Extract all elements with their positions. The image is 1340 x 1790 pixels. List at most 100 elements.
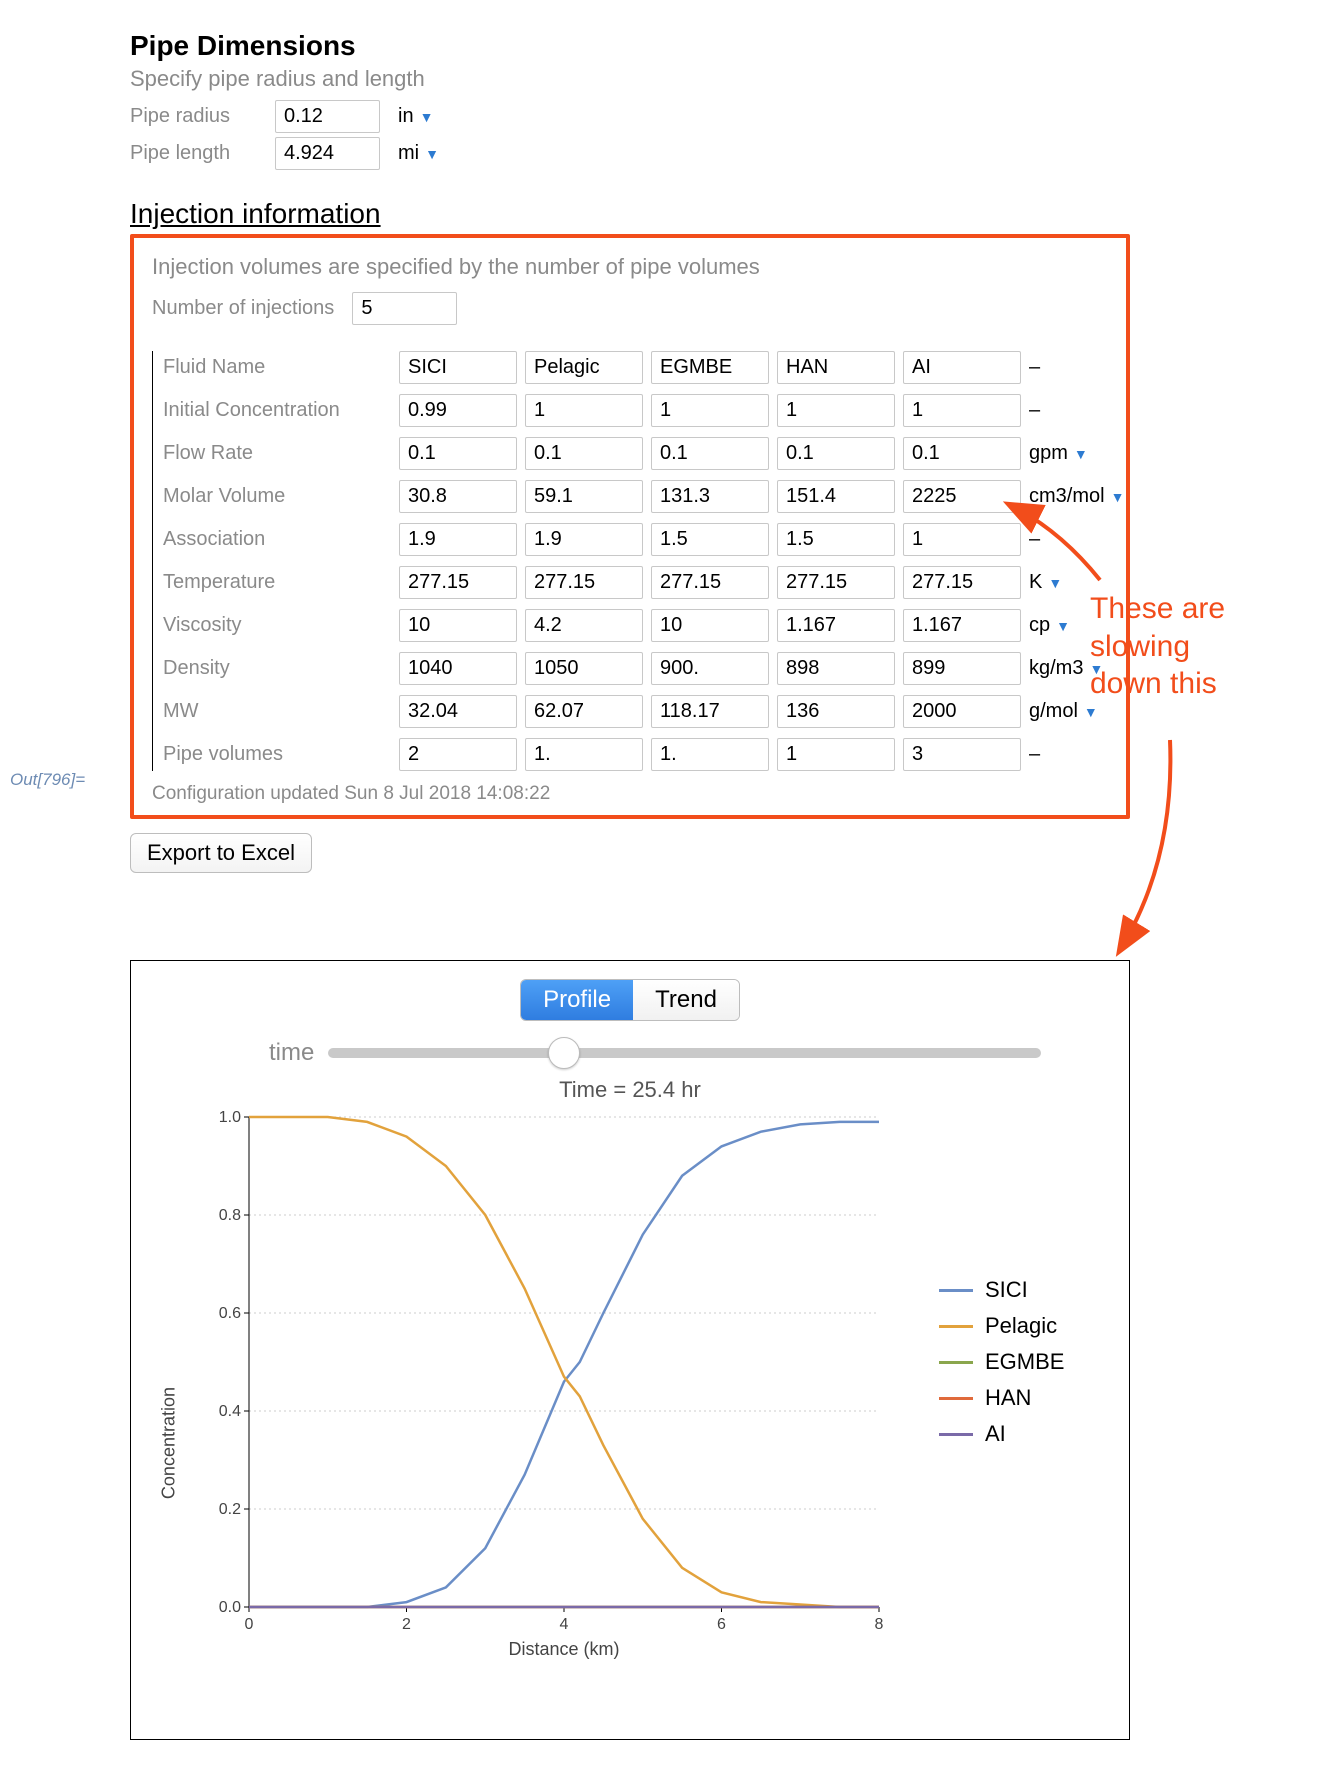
table-cell-input[interactable] bbox=[651, 738, 769, 771]
tab-trend[interactable]: Trend bbox=[633, 980, 739, 1020]
unit-static: – bbox=[1029, 356, 1159, 379]
table-cell-input[interactable] bbox=[399, 738, 517, 771]
table-cell-input[interactable] bbox=[903, 351, 1021, 384]
table-cell-input[interactable] bbox=[399, 351, 517, 384]
table-cell-input[interactable] bbox=[777, 566, 895, 599]
table-cell-input[interactable] bbox=[903, 695, 1021, 728]
injection-table: Fluid Name – Initial Concentration – Flow Ra… bbox=[152, 351, 1108, 771]
table-cell-input[interactable] bbox=[525, 480, 643, 513]
table-cell-input[interactable] bbox=[777, 738, 895, 771]
table-cell-input[interactable] bbox=[903, 437, 1021, 470]
tab-profile[interactable]: Profile bbox=[521, 980, 633, 1020]
pipe-radius-input[interactable] bbox=[275, 100, 380, 133]
table-cell-input[interactable] bbox=[777, 652, 895, 685]
table-cell-input[interactable] bbox=[399, 609, 517, 642]
unit-text: – bbox=[1029, 399, 1040, 422]
table-cell-input[interactable] bbox=[399, 566, 517, 599]
injection-sub: Injection volumes are specified by the n… bbox=[152, 254, 1108, 280]
table-cell-input[interactable] bbox=[777, 609, 895, 642]
unit-text: – bbox=[1029, 528, 1040, 551]
row-label: Temperature bbox=[163, 571, 393, 594]
pipe-radius-label: Pipe radius bbox=[130, 105, 275, 128]
svg-text:0.2: 0.2 bbox=[219, 1501, 241, 1518]
row-label: Fluid Name bbox=[163, 356, 393, 379]
legend-label: Pelagic bbox=[985, 1313, 1057, 1339]
chevron-down-icon: ▼ bbox=[420, 109, 434, 125]
unit-text: gpm bbox=[1029, 442, 1068, 465]
table-cell-input[interactable] bbox=[651, 480, 769, 513]
time-slider-label: time bbox=[269, 1039, 314, 1067]
table-cell-input[interactable] bbox=[903, 652, 1021, 685]
pipe-length-unit-dropdown[interactable]: mi ▼ bbox=[398, 142, 439, 165]
table-cell-input[interactable] bbox=[525, 695, 643, 728]
table-cell-input[interactable] bbox=[399, 523, 517, 556]
table-cell-input[interactable] bbox=[777, 480, 895, 513]
view-segmented-control: Profile Trend bbox=[520, 979, 740, 1021]
legend-swatch bbox=[939, 1289, 973, 1292]
table-cell-input[interactable] bbox=[525, 351, 643, 384]
num-injections-input[interactable] bbox=[352, 292, 457, 325]
table-cell-input[interactable] bbox=[525, 566, 643, 599]
chevron-down-icon: ▼ bbox=[425, 146, 439, 162]
table-cell-input[interactable] bbox=[777, 437, 895, 470]
table-cell-input[interactable] bbox=[651, 394, 769, 427]
unit-text: – bbox=[1029, 743, 1040, 766]
unit-dropdown[interactable]: g/mol▼ bbox=[1029, 700, 1159, 723]
chart-title: Time = 25.4 hr bbox=[149, 1077, 1111, 1103]
svg-text:0.0: 0.0 bbox=[219, 1599, 241, 1616]
table-cell-input[interactable] bbox=[651, 437, 769, 470]
table-cell-input[interactable] bbox=[903, 609, 1021, 642]
table-cell-input[interactable] bbox=[399, 480, 517, 513]
svg-text:0.4: 0.4 bbox=[219, 1403, 241, 1420]
table-cell-input[interactable] bbox=[651, 652, 769, 685]
pipe-radius-unit-dropdown[interactable]: in ▼ bbox=[398, 105, 433, 128]
table-cell-input[interactable] bbox=[525, 394, 643, 427]
table-cell-input[interactable] bbox=[903, 523, 1021, 556]
table-cell-input[interactable] bbox=[525, 523, 643, 556]
time-slider-handle[interactable] bbox=[548, 1037, 580, 1069]
table-cell-input[interactable] bbox=[525, 738, 643, 771]
legend-swatch bbox=[939, 1325, 973, 1328]
unit-text: kg/m3 bbox=[1029, 657, 1083, 680]
table-cell-input[interactable] bbox=[903, 738, 1021, 771]
pipe-radius-unit-text: in bbox=[398, 105, 414, 128]
table-cell-input[interactable] bbox=[525, 609, 643, 642]
table-cell-input[interactable] bbox=[525, 652, 643, 685]
table-cell-input[interactable] bbox=[525, 437, 643, 470]
table-cell-input[interactable] bbox=[651, 609, 769, 642]
svg-text:Distance (km): Distance (km) bbox=[508, 1639, 619, 1659]
table-cell-input[interactable] bbox=[399, 695, 517, 728]
unit-dropdown[interactable]: cm3/mol▼ bbox=[1029, 485, 1159, 508]
table-cell-input[interactable] bbox=[777, 394, 895, 427]
chevron-down-icon: ▼ bbox=[1111, 489, 1125, 505]
table-cell-input[interactable] bbox=[903, 566, 1021, 599]
table-cell-input[interactable] bbox=[651, 695, 769, 728]
table-cell-input[interactable] bbox=[399, 394, 517, 427]
row-label: Flow Rate bbox=[163, 442, 393, 465]
chart-ylabel: Concentration bbox=[159, 1387, 180, 1499]
table-cell-input[interactable] bbox=[651, 523, 769, 556]
table-cell-input[interactable] bbox=[399, 652, 517, 685]
unit-static: – bbox=[1029, 528, 1159, 551]
table-cell-input[interactable] bbox=[651, 351, 769, 384]
svg-text:0.8: 0.8 bbox=[219, 1207, 241, 1224]
table-cell-input[interactable] bbox=[777, 351, 895, 384]
table-cell-input[interactable] bbox=[903, 480, 1021, 513]
pipe-length-input[interactable] bbox=[275, 137, 380, 170]
chevron-down-icon: ▼ bbox=[1074, 446, 1088, 462]
row-label: Initial Concentration bbox=[163, 399, 393, 422]
row-label: Viscosity bbox=[163, 614, 393, 637]
table-cell-input[interactable] bbox=[399, 437, 517, 470]
time-slider[interactable] bbox=[328, 1048, 1041, 1058]
export-excel-button[interactable]: Export to Excel bbox=[130, 833, 312, 873]
legend-item: Pelagic bbox=[939, 1313, 1064, 1339]
svg-text:1.0: 1.0 bbox=[219, 1109, 241, 1126]
unit-dropdown[interactable]: gpm ▼ bbox=[1029, 442, 1159, 465]
table-cell-input[interactable] bbox=[903, 394, 1021, 427]
table-cell-input[interactable] bbox=[777, 523, 895, 556]
chevron-down-icon: ▼ bbox=[1056, 618, 1070, 634]
table-cell-input[interactable] bbox=[777, 695, 895, 728]
chart-legend: SICIPelagicEGMBEHANAI bbox=[939, 1267, 1064, 1457]
table-cell-input[interactable] bbox=[651, 566, 769, 599]
unit-text: K bbox=[1029, 571, 1042, 594]
